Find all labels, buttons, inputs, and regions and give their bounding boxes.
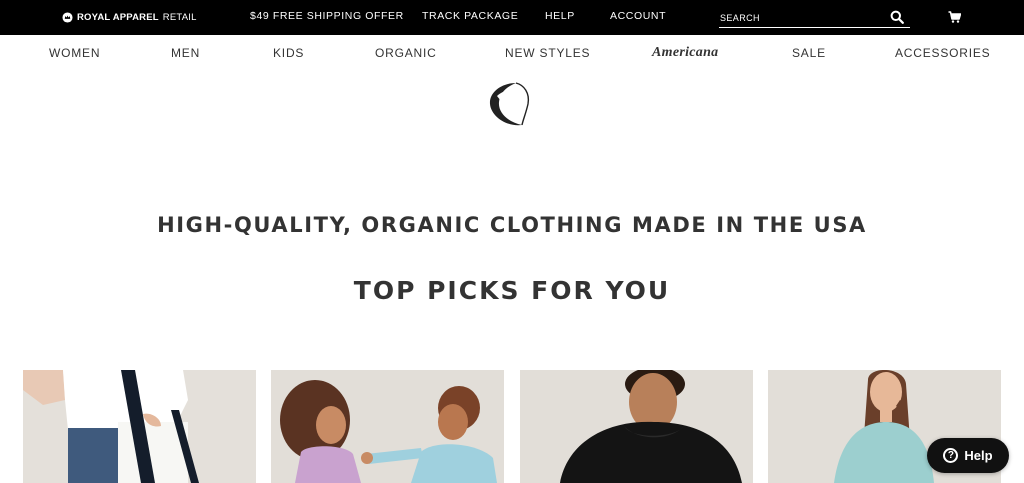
tagline: HIGH-QUALITY, ORGANIC CLOTHING MADE IN T…	[157, 213, 867, 237]
top-bar: ROYAL APPAREL RETAIL $49 FREE SHIPPING O…	[0, 0, 1024, 35]
product-image-hoodie	[520, 370, 753, 483]
nav-americana[interactable]: Americana	[652, 45, 718, 61]
nav-kids[interactable]: KIDS	[273, 46, 304, 60]
nav-women[interactable]: WOMEN	[49, 46, 100, 60]
category-nav: WOMEN MEN KIDS ORGANIC NEW STYLES Americ…	[0, 35, 1024, 71]
question-icon: ?	[943, 448, 959, 463]
section-title-top-picks: TOP PICKS FOR YOU	[353, 276, 671, 305]
nav-organic[interactable]: ORGANIC	[375, 46, 437, 60]
product-image-kids	[271, 370, 504, 483]
account-link[interactable]: ACCOUNT	[610, 10, 666, 22]
help-chat-button[interactable]: ? Help	[927, 438, 1009, 473]
product-tile-kids[interactable]	[271, 370, 504, 483]
search-icon[interactable]	[890, 10, 904, 24]
logo-suffix: RETAIL	[162, 11, 197, 23]
search-bar	[719, 8, 910, 28]
track-package-link[interactable]: TRACK PACKAGE	[422, 10, 518, 22]
brand-swoosh-logo[interactable]	[486, 80, 532, 128]
free-shipping-link[interactable]: $49 FREE SHIPPING OFFER	[250, 10, 404, 22]
nav-accessories[interactable]: ACCESSORIES	[895, 46, 991, 60]
help-link[interactable]: HELP	[545, 10, 575, 22]
logo-brand: ROYAL APPAREL	[77, 11, 159, 23]
nav-new-styles[interactable]: NEW STYLES	[505, 46, 590, 60]
crown-icon	[62, 11, 73, 23]
nav-men[interactable]: MEN	[171, 46, 200, 60]
cart-icon[interactable]	[948, 11, 961, 23]
search-input[interactable]	[720, 11, 880, 25]
product-image-tote-bag	[23, 370, 256, 483]
help-chat-label: Help	[964, 448, 993, 463]
nav-sale[interactable]: SALE	[792, 46, 826, 60]
product-tile-hoodie[interactable]	[520, 370, 753, 483]
brand-logo[interactable]: ROYAL APPAREL RETAIL	[62, 10, 197, 24]
product-tile-tote-bag[interactable]	[23, 370, 256, 483]
